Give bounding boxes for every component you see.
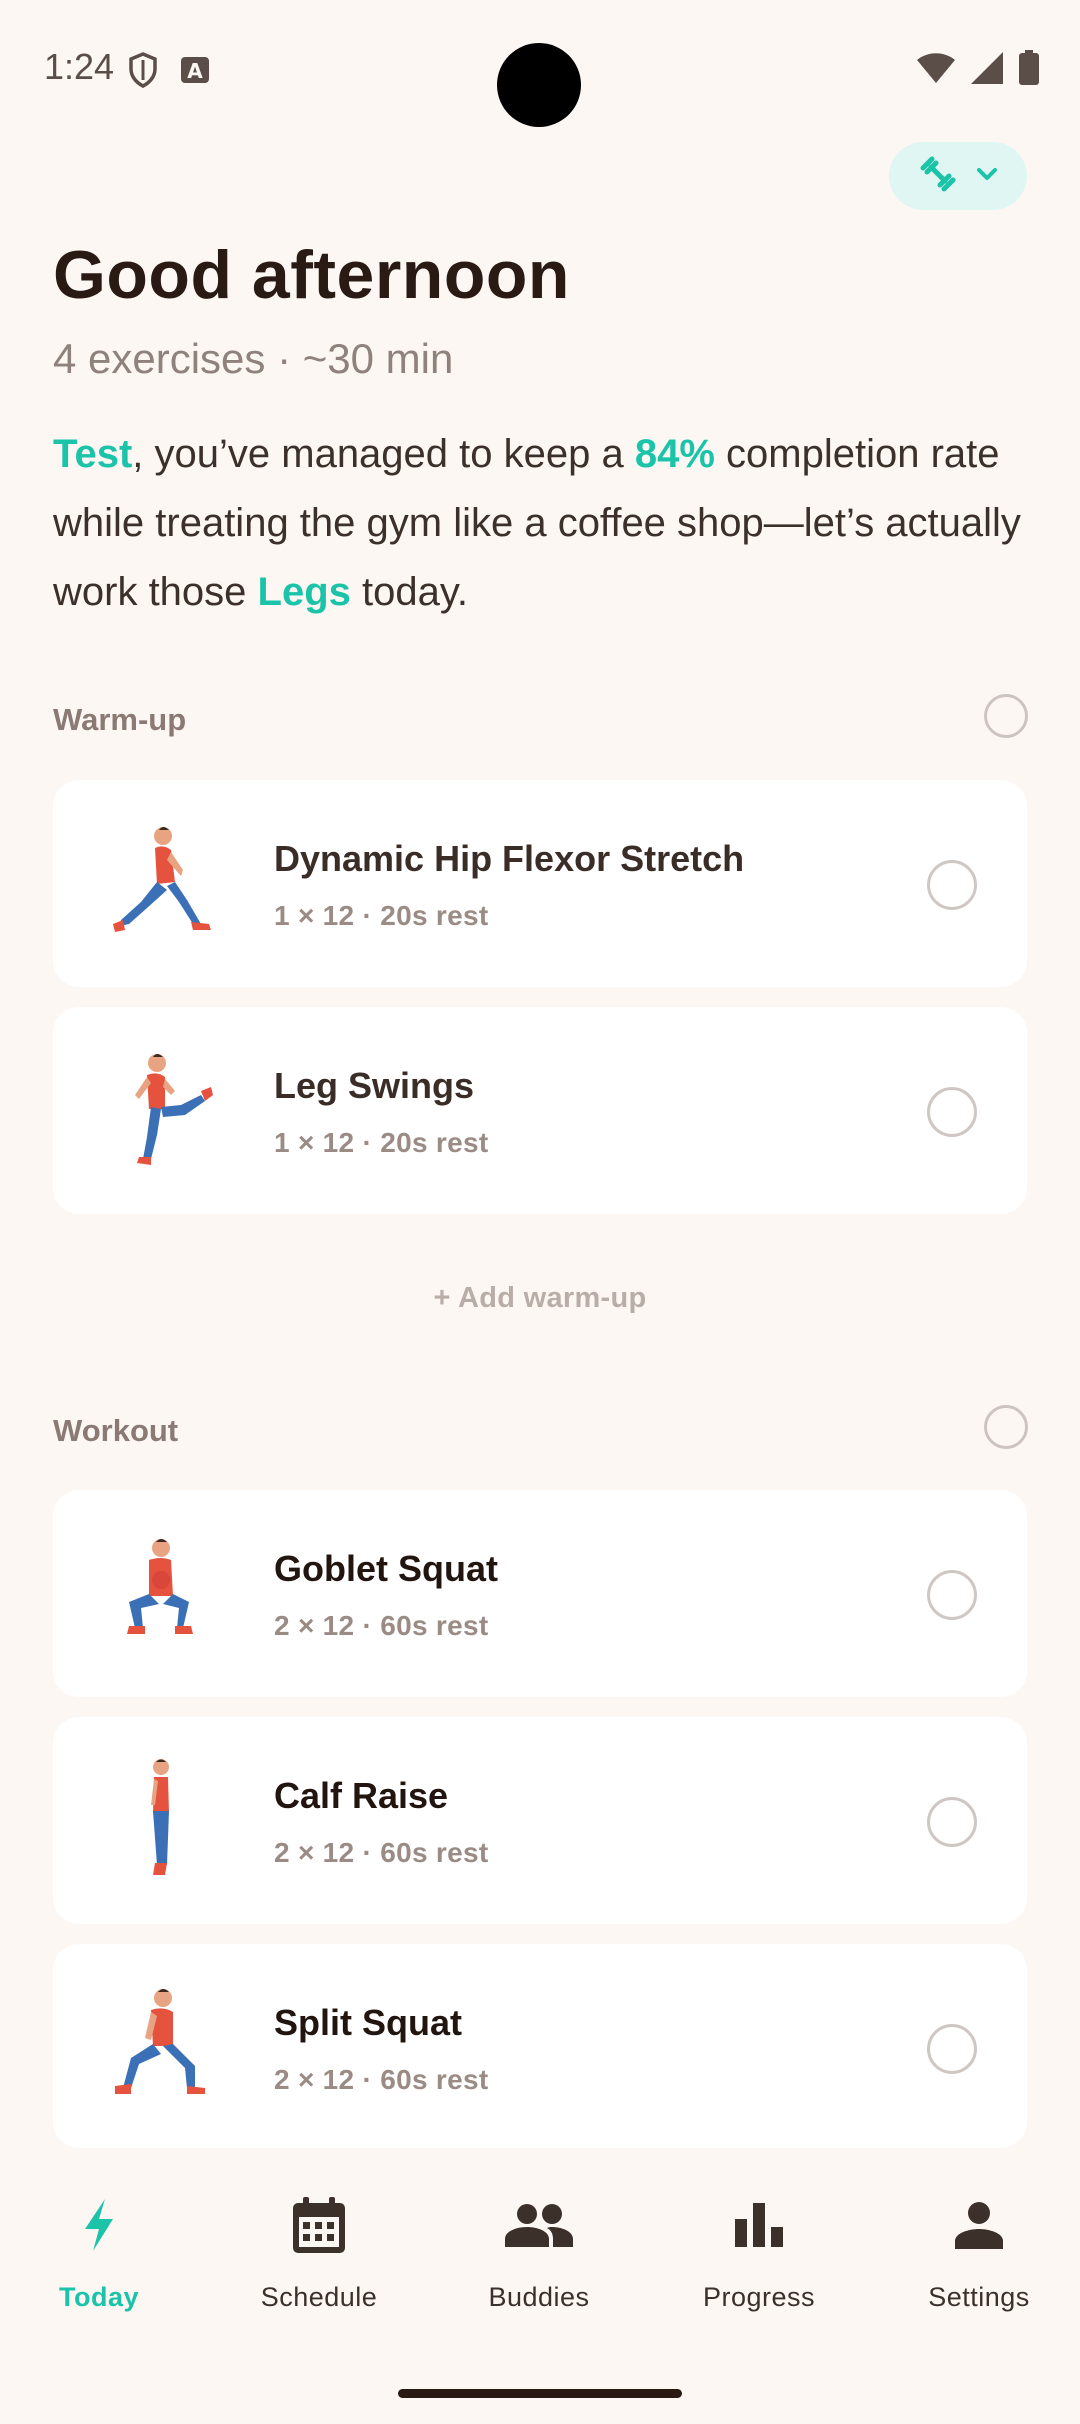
nav-label: Settings — [928, 2282, 1030, 2312]
exercise-complete-checkbox[interactable] — [927, 1087, 977, 1137]
exercise-illustration — [101, 1530, 221, 1658]
exercise-illustration — [101, 820, 221, 948]
greeting-title: Good afternoon — [53, 237, 570, 313]
exercise-card[interactable]: Leg Swings 1 × 12 · 20s rest — [53, 1007, 1027, 1214]
exercise-sets-rest: 2 × 12 · 60s rest — [274, 2064, 489, 2095]
lightning-icon — [79, 2197, 119, 2258]
status-time: 1:24 — [44, 46, 115, 87]
nav-settings[interactable]: Settings — [879, 2192, 1079, 2313]
add-warmup-button[interactable]: + Add warm-up — [0, 1282, 1080, 1315]
gesture-handle[interactable] — [398, 2389, 682, 2398]
focus-area: Legs — [257, 570, 351, 614]
exercise-sets-rest: 2 × 12 · 60s rest — [274, 1837, 489, 1868]
workout-section-header: Workout — [53, 1405, 1028, 1463]
status-bar: 1:24 A — [0, 0, 1080, 140]
exercise-sets-rest: 1 × 12 · 20s rest — [274, 900, 489, 931]
exercise-sets-rest: 1 × 12 · 20s rest — [274, 1127, 489, 1158]
exercise-name: Leg Swings — [274, 1065, 475, 1106]
battery-icon — [1018, 50, 1040, 91]
exercise-card[interactable]: Dynamic Hip Flexor Stretch 1 × 12 · 20s … — [53, 780, 1027, 987]
cell-signal-icon — [970, 51, 1004, 90]
svg-text:A: A — [187, 59, 203, 83]
bottom-navigation: Today Schedule Buddies Progress Settings — [0, 2150, 1080, 2424]
section-title: Workout — [53, 1413, 179, 1448]
wifi-icon — [916, 52, 956, 89]
people-icon — [505, 2203, 573, 2252]
keyboard-a-icon: A — [180, 56, 210, 89]
exercise-name: Split Squat — [274, 2002, 462, 2043]
nav-label: Schedule — [260, 2282, 378, 2312]
exercise-name: Dynamic Hip Flexor Stretch — [274, 838, 745, 879]
exercise-complete-checkbox[interactable] — [927, 1570, 977, 1620]
exercise-illustration — [101, 1047, 221, 1175]
nav-label: Today — [58, 2282, 139, 2312]
equipment-selector[interactable] — [889, 142, 1027, 210]
section-title: Warm-up — [53, 702, 187, 737]
warmup-complete-checkbox[interactable] — [984, 694, 1028, 738]
shield-icon — [128, 52, 158, 93]
workout-complete-checkbox[interactable] — [984, 1405, 1028, 1449]
exercise-complete-checkbox[interactable] — [927, 860, 977, 910]
workout-summary-subtitle: 4 exercises · ~30 min — [53, 335, 454, 382]
completion-rate: 84% — [634, 432, 715, 476]
camera-cutout — [497, 43, 581, 127]
exercise-complete-checkbox[interactable] — [927, 1797, 977, 1847]
nav-buddies[interactable]: Buddies — [439, 2192, 639, 2313]
exercise-name: Goblet Squat — [274, 1548, 498, 1589]
warmup-section-header: Warm-up — [53, 694, 1028, 752]
chevron-down-icon — [976, 167, 998, 186]
exercise-complete-checkbox[interactable] — [927, 2024, 977, 2074]
nav-label: Buddies — [488, 2282, 590, 2312]
nav-schedule[interactable]: Schedule — [219, 2192, 419, 2313]
nav-progress[interactable]: Progress — [659, 2192, 859, 2313]
bar-chart-icon — [735, 2202, 783, 2252]
nav-label: Progress — [702, 2282, 816, 2312]
calendar-icon — [291, 2195, 347, 2260]
exercise-illustration — [101, 1984, 221, 2112]
exercise-card[interactable]: Split Squat 2 × 12 · 60s rest — [53, 1944, 1027, 2148]
motivation-text: Test, you’ve managed to keep a 84% compl… — [53, 432, 1021, 614]
exercise-illustration — [101, 1757, 221, 1885]
exercise-name: Calf Raise — [274, 1775, 449, 1816]
nav-today[interactable]: Today — [0, 2192, 199, 2313]
dumbbell-icon — [918, 154, 958, 199]
exercise-sets-rest: 2 × 12 · 60s rest — [274, 1610, 489, 1641]
person-icon — [955, 2201, 1003, 2254]
exercise-card[interactable]: Goblet Squat 2 × 12 · 60s rest — [53, 1490, 1027, 1697]
exercise-card[interactable]: Calf Raise 2 × 12 · 60s rest — [53, 1717, 1027, 1924]
user-name: Test — [53, 432, 133, 476]
